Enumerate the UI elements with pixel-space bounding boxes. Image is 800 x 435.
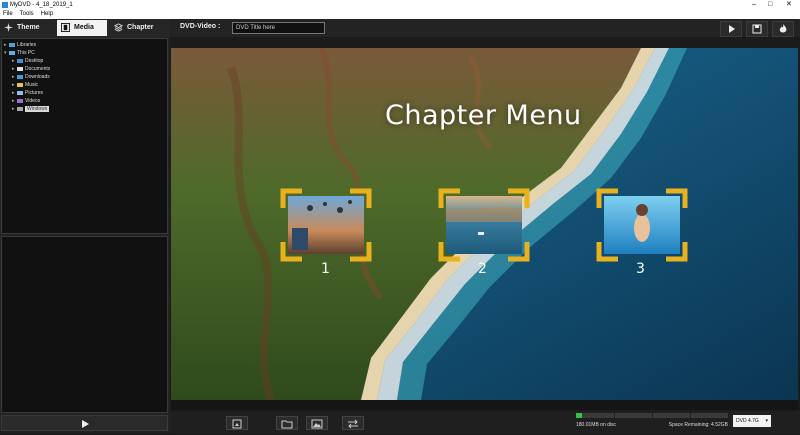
- disc-used-text: 180.01MB on disc: [576, 422, 617, 428]
- menu-tools[interactable]: Tools: [20, 11, 34, 17]
- theme-icon: [4, 22, 13, 32]
- disc-remaining-text: Space Remaining: 4.52GB: [668, 422, 728, 428]
- dvd-video-label: DVD-Video :: [180, 23, 221, 30]
- close-icon[interactable]: ✕: [786, 0, 792, 10]
- computer-icon: [9, 50, 15, 55]
- tree-label: Libraries: [17, 42, 37, 48]
- chapter-number-3: 3: [636, 261, 645, 277]
- tree-label: Windows: [25, 106, 50, 112]
- maximize-icon[interactable]: □: [768, 0, 772, 10]
- preview-playbar: [1, 415, 168, 431]
- tab-chapter[interactable]: Chapter: [110, 20, 168, 36]
- tree-item-desktop[interactable]: ▸ Desktop: [12, 57, 43, 65]
- tab-media[interactable]: Media: [57, 20, 107, 36]
- tree-label: Desktop: [25, 58, 44, 64]
- drive-icon: [17, 106, 23, 111]
- tab-theme-label: Theme: [17, 24, 40, 31]
- add-media-icon: [232, 419, 242, 429]
- chapter-frame-1: [280, 188, 372, 262]
- save-button[interactable]: [746, 21, 768, 37]
- preview-play-button-header[interactable]: [720, 21, 742, 37]
- chapter-number-2: 2: [478, 261, 487, 277]
- save-icon: [752, 24, 762, 34]
- chapter-frame-3: [596, 188, 688, 262]
- tree-item-windows[interactable]: ▸ Windows: [12, 105, 50, 113]
- tree-label: Music: [25, 82, 39, 88]
- menu-file[interactable]: File: [3, 11, 13, 17]
- tab-bar: Theme Media Chapter: [0, 19, 170, 37]
- dvd-title-input[interactable]: [232, 22, 325, 34]
- layers-icon: [114, 23, 123, 32]
- downloads-folder-icon: [17, 74, 23, 79]
- tree-label: This PC: [17, 50, 35, 56]
- bar-divider: [690, 413, 691, 418]
- chapter-frame-2: [438, 188, 530, 262]
- add-media-button[interactable]: [226, 416, 248, 430]
- tree-item-pictures[interactable]: ▸ Pictures: [12, 89, 43, 97]
- image-button[interactable]: [306, 416, 328, 430]
- media-film-icon: [61, 22, 70, 32]
- disc-usage-bar: [576, 413, 728, 418]
- tab-theme[interactable]: Theme: [0, 20, 56, 36]
- music-folder-icon: [17, 82, 23, 87]
- play-icon: [82, 420, 89, 428]
- folder-tree: ▸ Libraries ▾ This PC ▸ Desktop ▸ Documents …: [1, 38, 168, 234]
- tree-item-downloads[interactable]: ▸ Downloads: [12, 73, 50, 81]
- documents-folder-icon: [17, 66, 23, 71]
- tree-item-this-pc[interactable]: ▾ This PC: [4, 49, 35, 57]
- minimize-icon[interactable]: –: [752, 0, 756, 10]
- chevron-down-icon: ▾: [765, 418, 768, 424]
- swap-icon: [348, 419, 358, 429]
- disc-type-select[interactable]: DVD 4.7G ▾: [733, 415, 771, 427]
- burn-icon: [779, 24, 787, 33]
- bar-divider: [614, 413, 615, 418]
- bar-divider: [652, 413, 653, 418]
- swap-button[interactable]: [342, 416, 364, 430]
- tree-item-documents[interactable]: ▸ Documents: [12, 65, 50, 73]
- tree-label: Pictures: [25, 90, 44, 96]
- menu-help[interactable]: Help: [41, 11, 53, 17]
- dvd-menu-canvas[interactable]: Chapter Menu 1 2 3: [171, 48, 798, 400]
- tree-label: Videos: [25, 98, 41, 104]
- videos-folder-icon: [17, 98, 23, 103]
- pictures-folder-icon: [17, 90, 23, 95]
- chapter-thumbnail-3[interactable]: [596, 188, 688, 262]
- play-icon: [729, 25, 735, 33]
- app-logo-icon: [2, 2, 8, 8]
- title-bar: MyDVD - 4_18_2019_1 – □ ✕: [0, 0, 800, 10]
- left-panel: Theme Media Chapter ▸ Libraries ▾ This PC …: [0, 19, 170, 433]
- preview-play-button[interactable]: [62, 417, 108, 429]
- tab-media-label: Media: [74, 24, 94, 31]
- tree-item-libraries[interactable]: ▸ Libraries: [4, 41, 36, 49]
- disc-usage-fill: [576, 413, 583, 418]
- image-icon: [311, 419, 323, 429]
- disc-type-value: DVD 4.7G: [736, 418, 759, 424]
- desktop-folder-icon: [17, 58, 23, 63]
- chapter-number-1: 1: [321, 261, 330, 277]
- dvd-header: DVD-Video :: [170, 19, 800, 37]
- tree-item-videos[interactable]: ▸ Videos: [12, 97, 40, 105]
- chapter-thumbnail-1[interactable]: [280, 188, 372, 262]
- window-title: MyDVD - 4_18_2019_1: [10, 2, 73, 8]
- tree-label: Documents: [25, 66, 51, 72]
- tree-label: Downloads: [25, 74, 50, 80]
- library-icon: [9, 42, 15, 47]
- chapter-thumbnail-2[interactable]: [438, 188, 530, 262]
- tree-item-music[interactable]: ▸ Music: [12, 81, 38, 89]
- menu-title: Chapter Menu: [385, 100, 582, 131]
- open-folder-button[interactable]: [276, 416, 298, 430]
- media-preview-pane: [1, 236, 168, 413]
- burn-button[interactable]: [772, 21, 794, 37]
- canvas-bottom-strip: [171, 400, 798, 410]
- open-folder-icon: [281, 420, 293, 429]
- disc-space-meter: 180.01MB on disc Space Remaining: 4.52GB: [576, 412, 728, 432]
- tab-chapter-label: Chapter: [127, 24, 154, 31]
